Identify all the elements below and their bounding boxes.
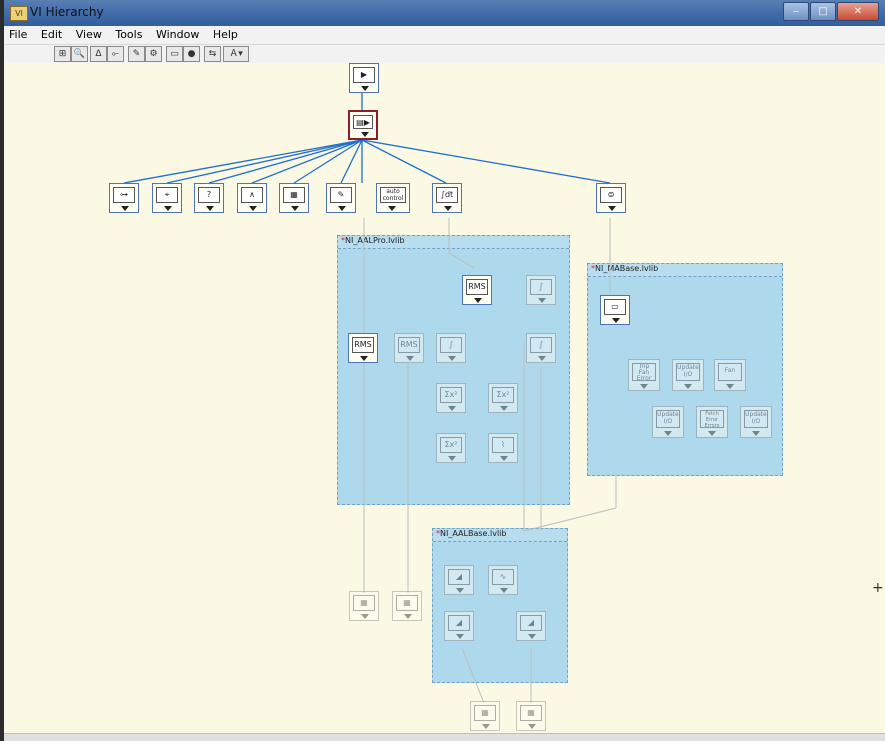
minimize-button[interactable]: ‒ xyxy=(783,2,809,21)
menu-view[interactable]: View xyxy=(71,26,107,41)
horizontal-layout-icon[interactable]: ⇆ xyxy=(204,46,221,62)
base-node-4[interactable]: ◢ xyxy=(516,611,546,641)
calc-node-3[interactable]: Σx² xyxy=(436,433,466,463)
auto-control-node[interactable]: auto control xyxy=(376,183,410,213)
menu-edit[interactable]: Edit xyxy=(36,26,67,41)
menu-tools[interactable]: Tools xyxy=(110,26,147,41)
rms-node-3[interactable]: RMS xyxy=(394,333,424,363)
toolbar: ⊞ 🔍 ᐃ ⟜ ✎ ⚙ ▭ ● ⇆ Ａ▾ xyxy=(4,45,885,63)
crosshair-cursor-icon: + xyxy=(872,580,884,596)
include-globals-icon[interactable]: ✎ xyxy=(128,46,145,62)
label-options-icon[interactable]: Ａ▾ xyxy=(223,46,249,62)
fetch-error-node[interactable]: Fetch Error Errors xyxy=(696,406,728,438)
show-hierarchy-icon[interactable]: ▭ xyxy=(166,46,183,62)
integral-dt-node[interactable]: ∫dt xyxy=(432,183,462,213)
ma-node-1[interactable]: ▭ xyxy=(600,295,630,325)
subvi-node-5[interactable]: ▦ xyxy=(279,183,309,213)
close-button[interactable]: ✕ xyxy=(837,2,879,21)
integral-node-3[interactable]: ∫ xyxy=(526,333,556,363)
fan-node[interactable]: Fan xyxy=(714,359,746,391)
leaf-node-3[interactable]: ▦ xyxy=(470,701,500,731)
calc-node-2[interactable]: Σx² xyxy=(488,383,518,413)
top-level-vi-node[interactable]: ▤▶ xyxy=(348,110,378,140)
redo-layout-icon[interactable]: ⊞ xyxy=(54,46,71,62)
base-node-3[interactable]: ◢ xyxy=(444,611,474,641)
trip-fan-error-node[interactable]: Trip Fan Error xyxy=(628,359,660,391)
update-io-node-1[interactable]: Update I/O xyxy=(672,359,704,391)
subvi-node-1[interactable]: ⊶ xyxy=(109,183,139,213)
menu-file[interactable]: File xyxy=(4,26,32,41)
include-typedefs-icon[interactable]: ⚙ xyxy=(145,46,162,62)
base-node-2[interactable]: ∿ xyxy=(488,565,518,595)
include-vi-lib-icon[interactable]: ⟜ xyxy=(107,46,124,62)
update-io-node-3[interactable]: Update I/O xyxy=(740,406,772,438)
rms-node[interactable]: RMS xyxy=(462,275,492,305)
rms-node-2[interactable]: RMS xyxy=(348,333,378,363)
leaf-node-1[interactable]: ▦ xyxy=(349,591,379,621)
calc-node-1[interactable]: Σx² xyxy=(436,383,466,413)
subvi-node-6[interactable]: ✎ xyxy=(326,183,356,213)
subvi-node-4[interactable]: ∧ xyxy=(237,183,267,213)
window-title: VI Hierarchy xyxy=(30,5,104,19)
subvi-node-2[interactable]: ⌖ xyxy=(152,183,182,213)
leaf-node-4[interactable]: ▦ xyxy=(516,701,546,731)
subvi-node-3[interactable]: ? xyxy=(194,183,224,213)
menu-window[interactable]: Window xyxy=(151,26,204,41)
window-controls: ‒ □ ✕ xyxy=(782,2,879,21)
show-all-vis-icon[interactable]: ᐃ xyxy=(90,46,107,62)
title-bar[interactable]: VI VI Hierarchy ‒ □ ✕ xyxy=(4,0,885,26)
integral-node-1[interactable]: ∫ xyxy=(526,275,556,305)
hierarchy-canvas[interactable]: *NI_AALPro.lvlib *NI_MABase.lvlib *NI_AA… xyxy=(4,63,885,740)
vi-hierarchy-window: VI VI Hierarchy ‒ □ ✕ File Edit View Too… xyxy=(4,0,885,741)
subvi-node-9[interactable]: ⊜ xyxy=(596,183,626,213)
function-node-1[interactable]: ⌇ xyxy=(488,433,518,463)
maximize-button[interactable]: □ xyxy=(810,2,836,21)
base-node-1[interactable]: ◢ xyxy=(444,565,474,595)
leaf-node-2[interactable]: ▦ xyxy=(392,591,422,621)
menu-bar: File Edit View Tools Window Help xyxy=(4,26,885,45)
update-io-node-2[interactable]: Update I/O xyxy=(652,406,684,438)
main-vi-node[interactable]: ▶ xyxy=(349,63,379,93)
integral-node-2[interactable]: ∫ xyxy=(436,333,466,363)
vi-hierarchy-icon: VI xyxy=(10,6,28,21)
zoom-icon[interactable]: 🔍 xyxy=(71,46,88,62)
full-vi-path-icon[interactable]: ● xyxy=(183,46,200,62)
menu-help[interactable]: Help xyxy=(208,26,243,41)
